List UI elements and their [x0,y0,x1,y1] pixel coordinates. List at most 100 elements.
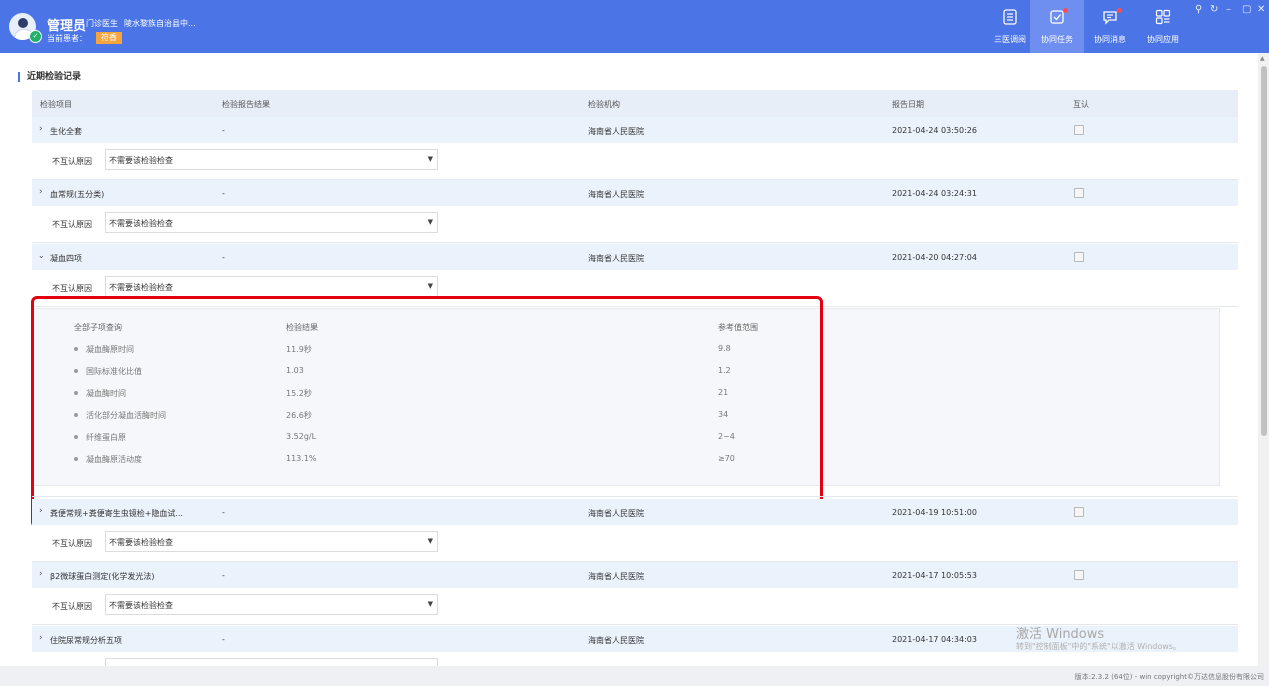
reason-label: 不互认原因 [52,539,92,548]
notification-dot [1117,8,1122,13]
reason-row: 不互认原因 不需要该检验检查 ▼ [32,206,1238,242]
close-icon[interactable]: ✕ [1257,4,1265,15]
mutual-recognition-checkbox[interactable] [1074,570,1084,580]
chevron-down-icon[interactable]: ⌄ [38,251,45,260]
record-result: - [222,508,225,517]
mutual-recognition-checkbox[interactable] [1074,507,1084,517]
section-title: 近期检验记录 [18,72,81,82]
app-header: ✓ 管理员 门诊医生 陵水黎族自治县中... 当前患者： 符香 三医调阅 协同任… [0,0,1269,53]
mutual-recognition-checkbox[interactable] [1074,252,1084,262]
reason-label: 不互认原因 [52,220,92,229]
reason-select[interactable]: 不需要该检验检查 ▼ [105,149,438,170]
caret-down-icon: ▼ [427,537,433,545]
record-result: - [222,635,225,644]
chevron-right-icon[interactable]: › [39,633,43,643]
record-name: β2微球蛋白测定(化学发光法) [50,572,155,581]
record-result: - [222,571,225,580]
nav-label-review: 三医调阅 [994,35,1026,44]
user-name: 管理员 [47,19,87,34]
table-row[interactable]: › β2微球蛋白测定(化学发光法) - 海南省人民医院 2021-04-17 1… [32,562,1238,588]
record-date: 2021-04-24 03:24:31 [892,189,977,198]
mutual-recognition-checkbox[interactable] [1074,125,1084,135]
reason-select-value: 不需要该检验检查 [109,283,173,292]
table-row[interactable]: › 粪便常规+粪便寄生虫镜检+隐血试... - 海南省人民医院 2021-04-… [32,499,1238,525]
current-patient-badge[interactable]: 符香 [96,32,122,44]
nav-collab-apps[interactable]: 协同应用 [1136,0,1190,53]
chevron-right-icon[interactable]: › [39,187,43,197]
annotation-highlight-box [31,296,823,528]
scroll-up-arrow-icon[interactable]: ▲ [1260,55,1265,62]
reason-select[interactable] [105,658,438,666]
reason-row: 不互认原因 不需要该检验检查 ▼ [32,143,1238,179]
reason-select-value: 不需要该检验检查 [109,601,173,610]
record-org: 海南省人民医院 [588,127,644,136]
record-org: 海南省人民医院 [588,190,644,199]
record-result: - [222,253,225,262]
user-role: 门诊医生 [86,19,118,28]
record-date: 2021-04-20 04:27:04 [892,253,977,262]
record-name: 生化全套 [50,127,82,136]
caret-down-icon: ▼ [427,600,433,608]
nav-three-medical-review[interactable]: 三医调阅 [983,0,1037,53]
table-row[interactable]: › 血常规(五分类) - 海南省人民医院 2021-04-24 03:24:31 [32,180,1238,206]
reason-label: 不互认原因 [52,157,92,166]
col-header-result: 检验报告结果 [222,100,270,109]
reason-select[interactable]: 不需要该检验检查 ▼ [105,531,438,552]
reason-label: 不互认原因 [52,284,92,293]
reason-row [32,652,1238,666]
reason-row: 不互认原因 不需要该检验检查 ▼ [32,588,1238,624]
reason-select-value: 不需要该检验检查 [109,219,173,228]
reason-select[interactable]: 不需要该检验检查 ▼ [105,276,438,297]
version-copyright: 版本:2.3.2 (64位) - win copyright©万达信息股份有限公… [1074,673,1264,681]
chevron-right-icon[interactable]: › [39,124,43,134]
row-divider [32,496,1238,497]
mutual-recognition-checkbox[interactable] [1074,188,1084,198]
reason-label: 不互认原因 [52,602,92,611]
table-row[interactable]: › 生化全套 - 海南省人民医院 2021-04-24 03:50:26 [32,117,1238,143]
record-result: - [222,126,225,135]
col-header-date: 报告日期 [892,100,924,109]
reason-select-value: 不需要该检验检查 [109,538,173,547]
record-org: 海南省人民医院 [588,572,644,581]
nav-collab-tasks[interactable]: 协同任务 [1030,0,1084,53]
status-footer: 版本:2.3.2 (64位) - win copyright©万达信息股份有限公… [0,666,1269,686]
nav-collab-messages[interactable]: 协同消息 [1083,0,1137,53]
nav-label-messages: 协同消息 [1094,35,1126,44]
apps-grid-icon [1155,9,1171,25]
maximize-icon[interactable]: ▢ [1242,4,1251,15]
record-name: 血常规(五分类) [50,190,105,199]
main-panel: 近期检验记录 检验项目 检验报告结果 检验机构 报告日期 互认 › 生化全套 -… [0,53,1258,666]
chevron-right-icon[interactable]: › [39,569,43,579]
reason-select[interactable]: 不需要该检验检查 ▼ [105,212,438,233]
minimize-icon[interactable]: – [1226,4,1231,15]
nav-label-apps: 协同应用 [1147,35,1179,44]
record-date: 2021-04-17 10:05:53 [892,571,977,580]
nav-label-tasks: 协同任务 [1041,35,1073,44]
reason-select[interactable]: 不需要该检验检查 ▼ [105,594,438,615]
reason-select-value: 不需要该检验检查 [109,156,173,165]
document-list-icon [1003,9,1017,25]
table-row-expanded[interactable]: ⌄ 凝血四项 - 海南省人民医院 2021-04-20 04:27:04 [32,244,1238,270]
record-name: 凝血四项 [50,254,82,263]
col-header-item: 检验项目 [40,100,72,109]
record-org: 海南省人民医院 [588,636,644,645]
caret-down-icon: ▼ [427,155,433,163]
record-date: 2021-04-19 10:51:00 [892,508,977,517]
col-header-mutual: 互认 [1073,100,1089,109]
record-name: 住院尿常规分析五项 [50,636,122,645]
caret-down-icon: ▼ [427,218,433,226]
chevron-right-icon[interactable]: › [39,506,43,516]
search-icon[interactable]: ⚲ [1195,4,1202,15]
reason-row: 不互认原因 不需要该检验检查 ▼ [32,525,1238,561]
online-check-icon: ✓ [29,30,42,43]
row-divider [32,242,1238,243]
caret-down-icon: ▼ [427,282,433,290]
record-date: 2021-04-17 04:34:03 [892,635,977,644]
refresh-icon[interactable]: ↻ [1210,4,1218,15]
activation-watermark-subtitle: 转到"控制面板"中的"系统"以激活 Windows。 [1016,642,1181,651]
table-header: 检验项目 检验报告结果 检验机构 报告日期 互认 [32,90,1238,117]
activation-watermark-title: 激活 Windows [1016,627,1105,642]
message-icon [1103,11,1117,25]
scrollbar-thumb[interactable] [1261,66,1267,436]
record-name: 粪便常规+粪便寄生虫镜检+隐血试... [50,509,184,518]
